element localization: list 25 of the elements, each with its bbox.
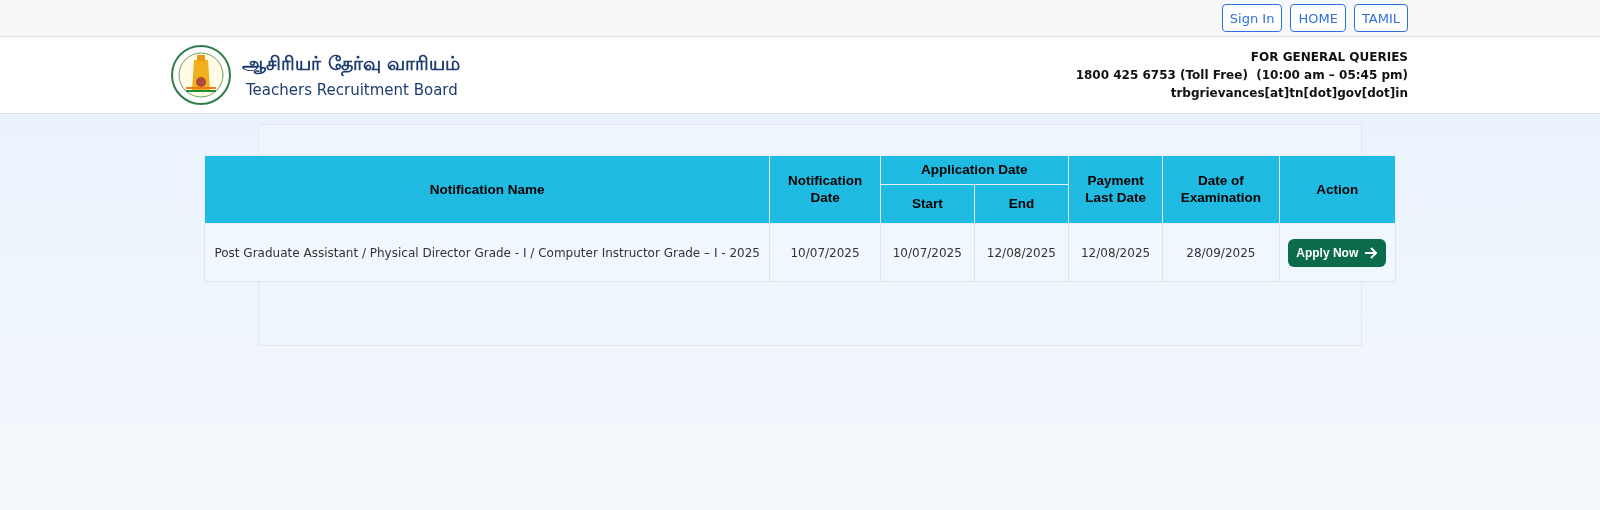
- column-header: Notification Name: [204, 155, 770, 224]
- contact-text: FOR GENERAL QUERIES: [1250, 50, 1408, 64]
- table-cell: 10/07/2025: [769, 223, 881, 282]
- nav-button[interactable]: TAMIL: [1353, 4, 1408, 32]
- arrow-right-icon: [1364, 246, 1379, 259]
- column-header: Notification Date: [769, 155, 881, 224]
- site-title: ஆசிரியர் தேர்வு வாரியம்: [242, 51, 461, 77]
- nav-button[interactable]: HOME: [1290, 4, 1346, 32]
- table-cell: 12/08/2025: [1068, 223, 1163, 282]
- column-header: Payment Last Date: [1068, 155, 1163, 224]
- column-header: End: [974, 184, 1069, 224]
- table-cell: Post Graduate Assistant / Physical Director Grade - I / Computer Instructor Grade – I - 2025: [204, 223, 770, 282]
- column-header: Application Date: [880, 155, 1069, 185]
- table-cell: 10/07/2025: [880, 223, 975, 282]
- contact-text: 1800 425 6753 (Toll Free) (10:00 am – 05:45 pm): [1075, 68, 1408, 82]
- column-header: Action: [1279, 155, 1396, 224]
- column-header: Date of Examination: [1162, 155, 1280, 224]
- table-cell: 12/08/2025: [974, 223, 1069, 282]
- emblem-icon: [170, 44, 232, 106]
- nav-button[interactable]: Sign In: [1221, 4, 1283, 32]
- site-subtitle: Teachers Recruitment Board: [245, 80, 459, 99]
- table-cell: 28/09/2025: [1162, 223, 1280, 282]
- contact-text: trbgrievances[at]tn[dot]gov[dot]in: [1170, 86, 1408, 100]
- apply-button[interactable]: Apply Now: [1288, 238, 1387, 267]
- column-header: Start: [880, 184, 975, 224]
